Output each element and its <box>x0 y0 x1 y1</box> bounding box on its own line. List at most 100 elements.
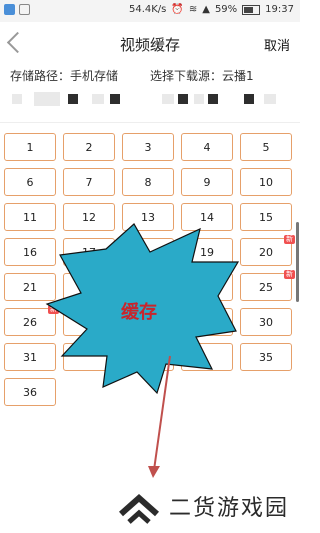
new-badge: 新 <box>284 235 295 244</box>
cache-label: 缓存 <box>121 302 157 323</box>
battery-icon <box>242 4 261 15</box>
episode-button[interactable]: 19 <box>181 238 233 266</box>
status-left <box>4 4 30 15</box>
episode-number: 2 <box>85 140 93 154</box>
episode-button[interactable]: 11 <box>4 203 56 231</box>
episode-button[interactable] <box>181 273 233 301</box>
network-speed: 54.4K/s <box>128 4 167 15</box>
episode-button[interactable] <box>122 238 174 266</box>
episode-button[interactable]: 13 <box>122 203 174 231</box>
episode-button[interactable]: 36 <box>4 378 56 406</box>
episode-button[interactable] <box>122 273 174 301</box>
episode-button[interactable]: 1 <box>4 133 56 161</box>
episode-button[interactable]: 35 <box>240 343 292 371</box>
mosaic-block <box>244 94 254 104</box>
episode-button[interactable]: 21 <box>4 273 56 301</box>
episode-button[interactable]: 16 <box>4 238 56 266</box>
mosaic-block <box>92 94 104 104</box>
episode-number: 19 <box>200 245 214 259</box>
battery-percent: 59% <box>214 4 238 15</box>
episode-button[interactable]: 6 <box>4 168 56 196</box>
episode-number: 10 <box>259 175 273 189</box>
episode-number: 17 <box>82 245 96 259</box>
episode-number: 16 <box>23 245 37 259</box>
alarm-icon: ⏰ <box>171 4 184 15</box>
status-right: 54.4K/s ⏰ ≋ ▲ 59% 19:37 <box>129 4 294 15</box>
episode-number: 11 <box>23 210 37 224</box>
episode-button[interactable] <box>122 343 174 371</box>
episode-number: 20 <box>259 245 273 259</box>
episode-number: 13 <box>141 210 155 224</box>
scrollbar-thumb[interactable] <box>296 222 299 302</box>
episode-button[interactable]: 15 <box>240 203 292 231</box>
episode-button[interactable] <box>63 273 115 301</box>
episode-button[interactable]: 17 <box>63 238 115 266</box>
clock: 19:37 <box>265 4 294 15</box>
episode-number: 4 <box>203 140 211 154</box>
annotation-arrow-head <box>148 466 160 478</box>
episode-number: 1 <box>26 140 34 154</box>
episode-button[interactable]: 8 <box>122 168 174 196</box>
episode-button[interactable]: 7 <box>63 168 115 196</box>
episode-button[interactable]: 3 <box>122 133 174 161</box>
new-badge: 新 <box>284 270 295 279</box>
episode-button[interactable]: 31 <box>4 343 56 371</box>
divider <box>0 122 300 123</box>
cancel-button[interactable]: 取消 <box>264 35 290 54</box>
page-title: 视频缓存 <box>119 36 180 54</box>
mosaic-block <box>178 94 188 104</box>
episode-number: 30 <box>259 315 273 329</box>
episode-button[interactable]: 10 <box>240 168 292 196</box>
episode-button[interactable] <box>181 308 233 336</box>
mosaic-block <box>110 94 120 104</box>
episode-number: 25 <box>259 280 273 294</box>
mosaic-block <box>264 94 276 104</box>
episode-number: 6 <box>26 175 34 189</box>
episode-number: 8 <box>144 175 152 189</box>
episode-number: 31 <box>23 350 37 364</box>
episode-button[interactable]: 9 <box>181 168 233 196</box>
notification-app-icon <box>4 4 15 15</box>
episode-number: 5 <box>262 140 270 154</box>
episode-number: 21 <box>23 280 37 294</box>
annotation-arrow <box>153 355 171 471</box>
watermark-text: 二货游戏园 <box>169 495 290 521</box>
mosaic-block <box>208 94 218 104</box>
episode-button[interactable] <box>63 343 115 371</box>
mosaic-block <box>194 94 204 104</box>
censored-row <box>12 92 292 108</box>
episode-button[interactable]: 5 <box>240 133 292 161</box>
mosaic-block <box>162 94 174 104</box>
episode-number: 7 <box>85 175 93 189</box>
new-badge: 新 <box>48 305 59 314</box>
episode-number: 26 <box>23 315 37 329</box>
wifi-icon: ≋ <box>188 4 198 15</box>
episode-button[interactable]: 2 <box>63 133 115 161</box>
storage-path[interactable]: 存储路径：手机存储 <box>10 67 118 84</box>
episode-number: 35 <box>259 350 273 364</box>
episode-button[interactable] <box>63 308 115 336</box>
episode-button[interactable]: 26 新 <box>4 305 59 336</box>
episode-number: 15 <box>259 210 273 224</box>
episode-number: 36 <box>23 385 37 399</box>
episode-number: 3 <box>144 140 152 154</box>
episode-button[interactable]: 14 <box>181 203 233 231</box>
download-source[interactable]: 选择下载源：云播1 <box>150 67 254 84</box>
signal-icon: ▲ <box>202 4 210 15</box>
episode-button[interactable]: 25 新 <box>240 270 295 301</box>
episode-number: 12 <box>82 210 96 224</box>
watermark: 二货游戏园 <box>103 478 300 533</box>
mosaic-block <box>12 94 22 104</box>
episode-button[interactable]: 4 <box>181 133 233 161</box>
episode-number: 9 <box>203 175 211 189</box>
nav-bar: 视频缓存 取消 <box>0 22 300 66</box>
notification-app-icon <box>19 4 30 15</box>
watermark-logo-icon <box>119 493 159 524</box>
mosaic-block <box>68 94 78 104</box>
episode-button[interactable]: 30 <box>240 308 292 336</box>
episode-button[interactable]: 12 <box>63 203 115 231</box>
status-bar: 54.4K/s ⏰ ≋ ▲ 59% 19:37 <box>0 0 300 22</box>
episode-button[interactable]: 20 新 <box>240 235 295 266</box>
episode-number: 14 <box>200 210 214 224</box>
episode-button[interactable] <box>181 343 233 371</box>
